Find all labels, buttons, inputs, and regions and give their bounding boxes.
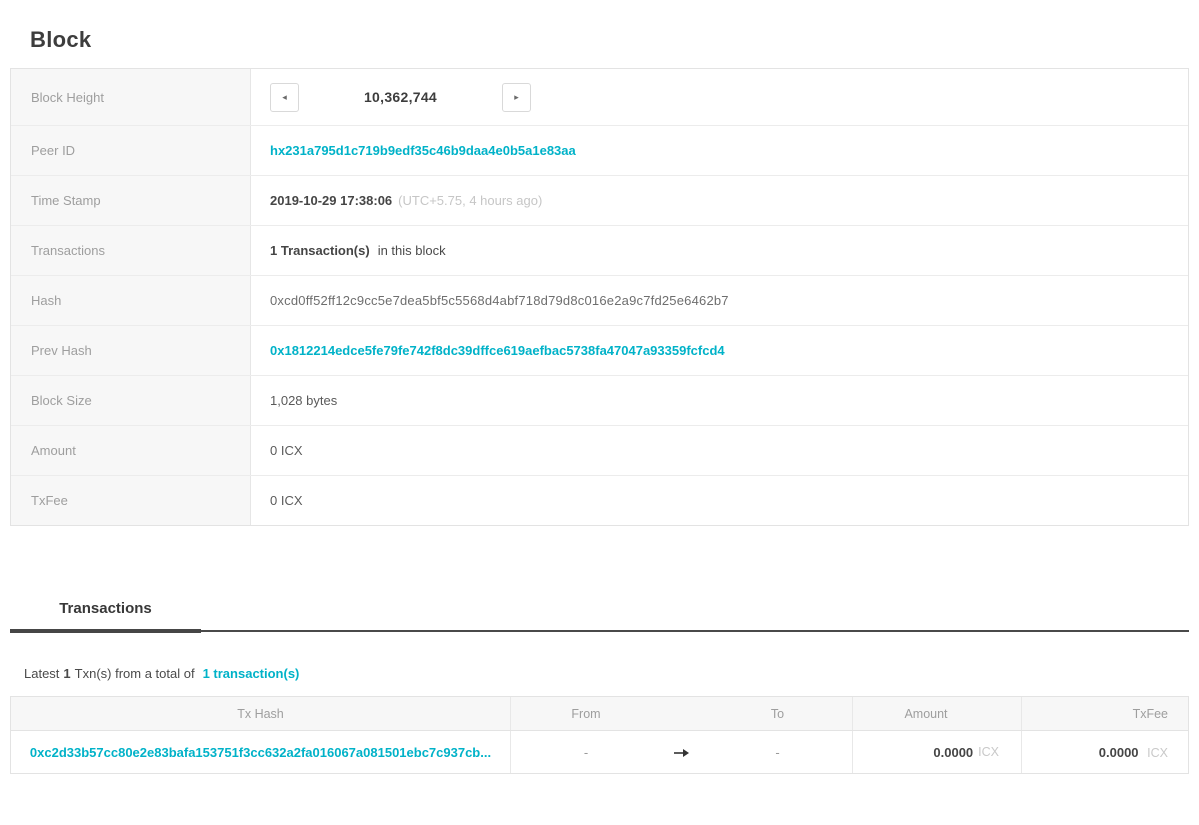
row-label: Transactions	[11, 226, 251, 275]
header-txfee: TxFee	[1132, 706, 1168, 721]
transaction-row: 0xc2d33b57cc80e2e83bafa153751f3cc632a2fa…	[11, 731, 1188, 773]
row-label: Time Stamp	[11, 176, 251, 225]
summary-middle: Txn(s) from a total of	[74, 666, 195, 681]
tx-fee-value: 0.0000	[1098, 744, 1139, 760]
row-label: Hash	[11, 276, 251, 325]
tx-fee: 0.0000 ICX	[1022, 745, 1188, 760]
row-label: Block Size	[11, 376, 251, 425]
timestamp-note: (UTC+5.75, 4 hours ago)	[398, 193, 543, 208]
peer-id-link[interactable]: hx231a795d1c719b9edf35c46b9daa4e0b5a1e83…	[270, 143, 576, 158]
detail-row-peer-id: Peer ID hx231a795d1c719b9edf35c46b9daa4e…	[11, 125, 1188, 175]
detail-row-prev-hash: Prev Hash 0x1812214edce5fe79fe742f8dc39d…	[11, 325, 1188, 375]
transaction-count-suffix: in this block	[377, 243, 446, 258]
transactions-tab-bar: Transactions	[10, 600, 1189, 633]
detail-row-block-height: Block Height ◂ 10,362,744 ▸	[11, 69, 1188, 125]
tx-amount: 0.0000 ICX	[853, 731, 1022, 773]
transactions-table-header: Tx Hash From To Amount TxFee	[11, 697, 1188, 731]
tx-amount-value: 0.0000	[933, 744, 974, 760]
row-label: Block Height	[11, 69, 251, 125]
prev-hash-link[interactable]: 0x1812214edce5fe79fe742f8dc39dffce619aef…	[270, 343, 725, 358]
amount-value: 0 ICX	[270, 443, 303, 458]
header-tx-hash: Tx Hash	[11, 697, 511, 730]
timestamp-value: 2019-10-29 17:38:06	[270, 193, 393, 208]
chevron-right-icon: ▸	[514, 91, 519, 102]
tx-amount-unit: ICX	[978, 745, 999, 759]
next-block-button[interactable]: ▸	[502, 82, 531, 112]
transaction-count: 1 Transaction(s)	[270, 243, 370, 258]
detail-row-time-stamp: Time Stamp 2019-10-29 17:38:06 (UTC+5.75…	[11, 175, 1188, 225]
block-detail-card: Block Height ◂ 10,362,744 ▸ Peer ID hx23…	[10, 68, 1189, 526]
tx-hash-link[interactable]: 0xc2d33b57cc80e2e83bafa153751f3cc632a2fa…	[30, 745, 491, 760]
transactions-table: Tx Hash From To Amount TxFee 0xc2d33b57c…	[10, 696, 1189, 774]
detail-row-hash: Hash 0xcd0ff52ff12c9cc5e7dea5bf5c5568d4a…	[11, 275, 1188, 325]
tx-fee-unit: ICX	[1147, 745, 1168, 760]
summary-prefix: Latest	[24, 666, 60, 681]
row-label: Prev Hash	[11, 326, 251, 375]
detail-row-amount: Amount 0 ICX	[11, 425, 1188, 475]
block-size-value: 1,028 bytes	[270, 393, 338, 408]
tx-to: -	[703, 731, 853, 773]
block-height-stepper: ◂ 10,362,744 ▸	[270, 82, 531, 112]
txfee-value: 0 ICX	[270, 493, 303, 508]
tab-transactions[interactable]: Transactions	[10, 600, 201, 633]
prev-block-button[interactable]: ◂	[270, 82, 299, 112]
header-amount: Amount	[853, 697, 1022, 730]
tx-from: -	[583, 744, 589, 760]
block-height-value: 10,362,744	[363, 89, 438, 105]
row-label: TxFee	[11, 476, 251, 525]
arrow-right-icon	[661, 745, 703, 760]
detail-row-transactions: Transactions 1 Transaction(s) in this bl…	[11, 225, 1188, 275]
transactions-summary: Latest 1 Txn(s) from a total of 1 transacti…	[24, 666, 1189, 681]
header-from: From	[571, 706, 601, 721]
row-label: Peer ID	[11, 126, 251, 175]
summary-count: 1	[63, 666, 71, 681]
page-title: Block	[30, 27, 92, 52]
chevron-left-icon: ◂	[282, 91, 287, 102]
detail-row-txfee: TxFee 0 ICX	[11, 475, 1188, 525]
header-to: To	[703, 697, 853, 730]
row-label: Amount	[11, 426, 251, 475]
detail-row-block-size: Block Size 1,028 bytes	[11, 375, 1188, 425]
total-transactions-link[interactable]: 1 transaction(s)	[203, 666, 300, 681]
block-hash-value: 0xcd0ff52ff12c9cc5e7dea5bf5c5568d4abf718…	[270, 293, 729, 308]
